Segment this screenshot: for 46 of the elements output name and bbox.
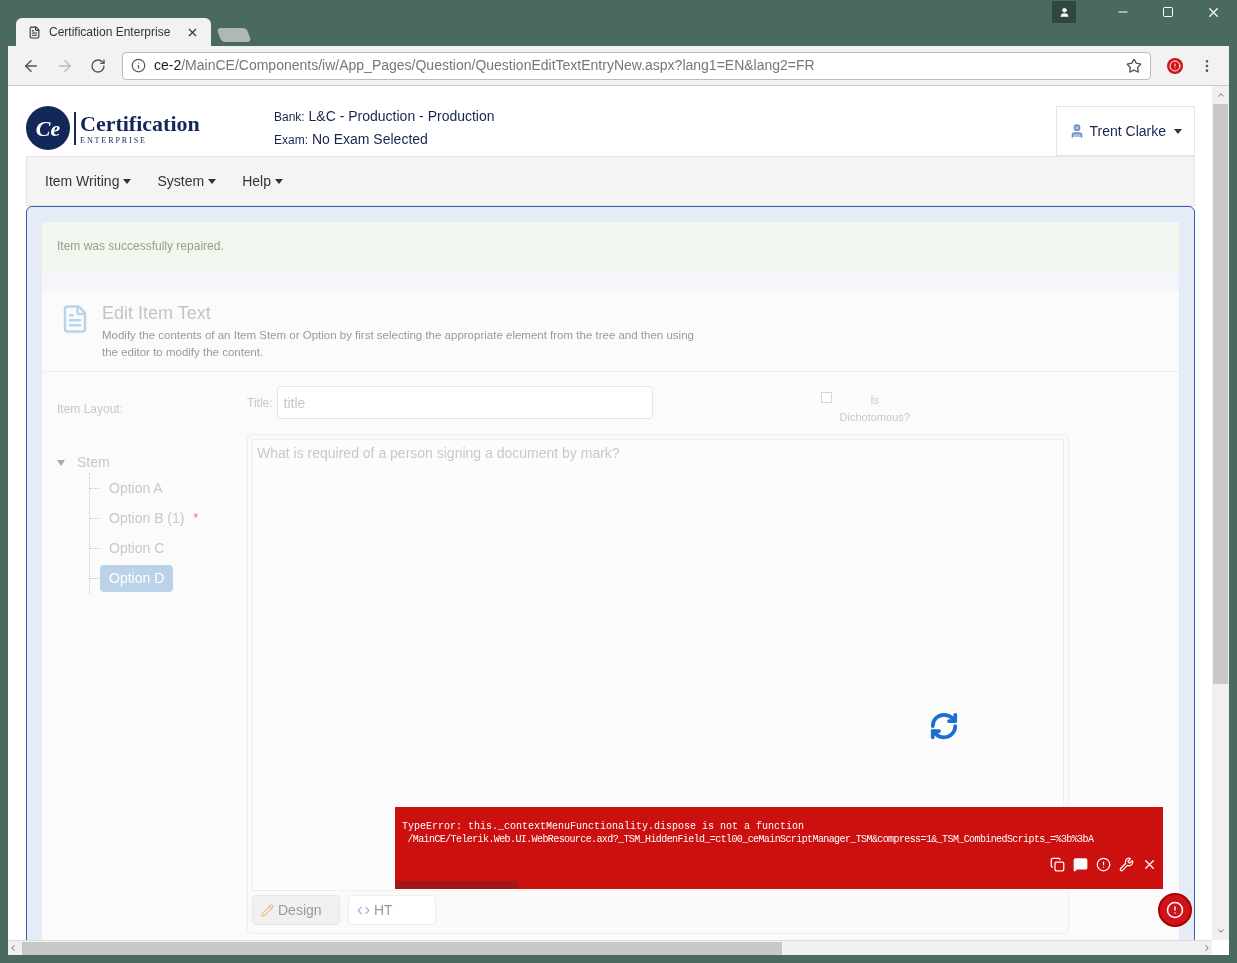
copy-icon[interactable] bbox=[1050, 857, 1065, 872]
logo-name: Certification bbox=[80, 111, 200, 136]
refresh-icon[interactable] bbox=[929, 711, 959, 741]
scroll-right-icon[interactable] bbox=[1202, 943, 1212, 953]
exam-info: Exam: No Exam Selected bbox=[274, 130, 429, 149]
dichotomous-checkbox[interactable] bbox=[820, 392, 832, 403]
scroll-left-icon[interactable] bbox=[8, 943, 18, 953]
bank-info: Bank: L&C - Production - Production bbox=[274, 107, 495, 126]
tree-node[interactable]: Option D bbox=[100, 564, 174, 592]
scroll-up-icon[interactable] bbox=[1215, 90, 1226, 100]
info-icon bbox=[131, 58, 146, 73]
logo-subtitle: E N T E R P R I S E bbox=[80, 135, 146, 145]
address-bar[interactable]: ce-2/MainCE/Components/iw/App_Pages/Question/QuestionEditTextEntryNew.aspx?lang1=EN&lang2=FR bbox=[122, 51, 1151, 80]
success-alert: Item was successfully repaired. bbox=[42, 222, 1179, 270]
wrench-icon[interactable] bbox=[1119, 857, 1134, 872]
caret-icon bbox=[208, 178, 217, 184]
stop-sign-icon[interactable] bbox=[1167, 57, 1183, 74]
comment-icon[interactable] bbox=[1073, 857, 1088, 872]
scroll-down-icon[interactable] bbox=[1215, 926, 1226, 936]
menu-item[interactable]: System bbox=[157, 170, 217, 192]
person-icon bbox=[1058, 6, 1070, 18]
reload-icon[interactable] bbox=[90, 57, 106, 74]
editor-mode-tab[interactable]: Design bbox=[252, 895, 340, 925]
error-message: TypeError: this._contextMenuFunctionality.dispose is not a function bbox=[402, 820, 806, 833]
tab-title: Certification Enterprise bbox=[49, 24, 172, 41]
browser-tab[interactable]: Certification Enterprise bbox=[16, 18, 211, 46]
section-description: Modify the contents of an Item Stem or Option by first selecting the appropriate element from the tree and then using the editor to modify the content. bbox=[102, 328, 695, 360]
alert-icon[interactable] bbox=[1096, 857, 1111, 872]
profile-button[interactable] bbox=[1052, 1, 1076, 23]
menu-item[interactable]: Help bbox=[242, 170, 283, 192]
new-tab-button[interactable] bbox=[216, 28, 252, 42]
maximize-icon[interactable] bbox=[1162, 6, 1174, 18]
url-text: ce-2/MainCE/Components/iw/App_Pages/Question/QuestionEditTextEntryNew.aspx?lang1=EN&lang2=FR bbox=[154, 56, 816, 75]
bookmark-star-icon[interactable] bbox=[1126, 57, 1142, 74]
editor-mode-tab[interactable]: HT bbox=[348, 895, 436, 925]
close-icon[interactable] bbox=[1142, 857, 1157, 872]
menu-item[interactable]: Item Writing bbox=[45, 170, 132, 192]
required-asterisk: * bbox=[193, 510, 199, 527]
caret-icon bbox=[123, 178, 132, 184]
horizontal-scrollbar[interactable] bbox=[8, 940, 1212, 955]
pencil-icon bbox=[261, 903, 274, 917]
user-menu-button[interactable]: Trent Clarke bbox=[1056, 106, 1195, 156]
caret-icon bbox=[1174, 128, 1182, 134]
caret-icon bbox=[274, 178, 283, 184]
vertical-scrollbar[interactable] bbox=[1212, 86, 1229, 940]
page-icon bbox=[28, 25, 41, 39]
